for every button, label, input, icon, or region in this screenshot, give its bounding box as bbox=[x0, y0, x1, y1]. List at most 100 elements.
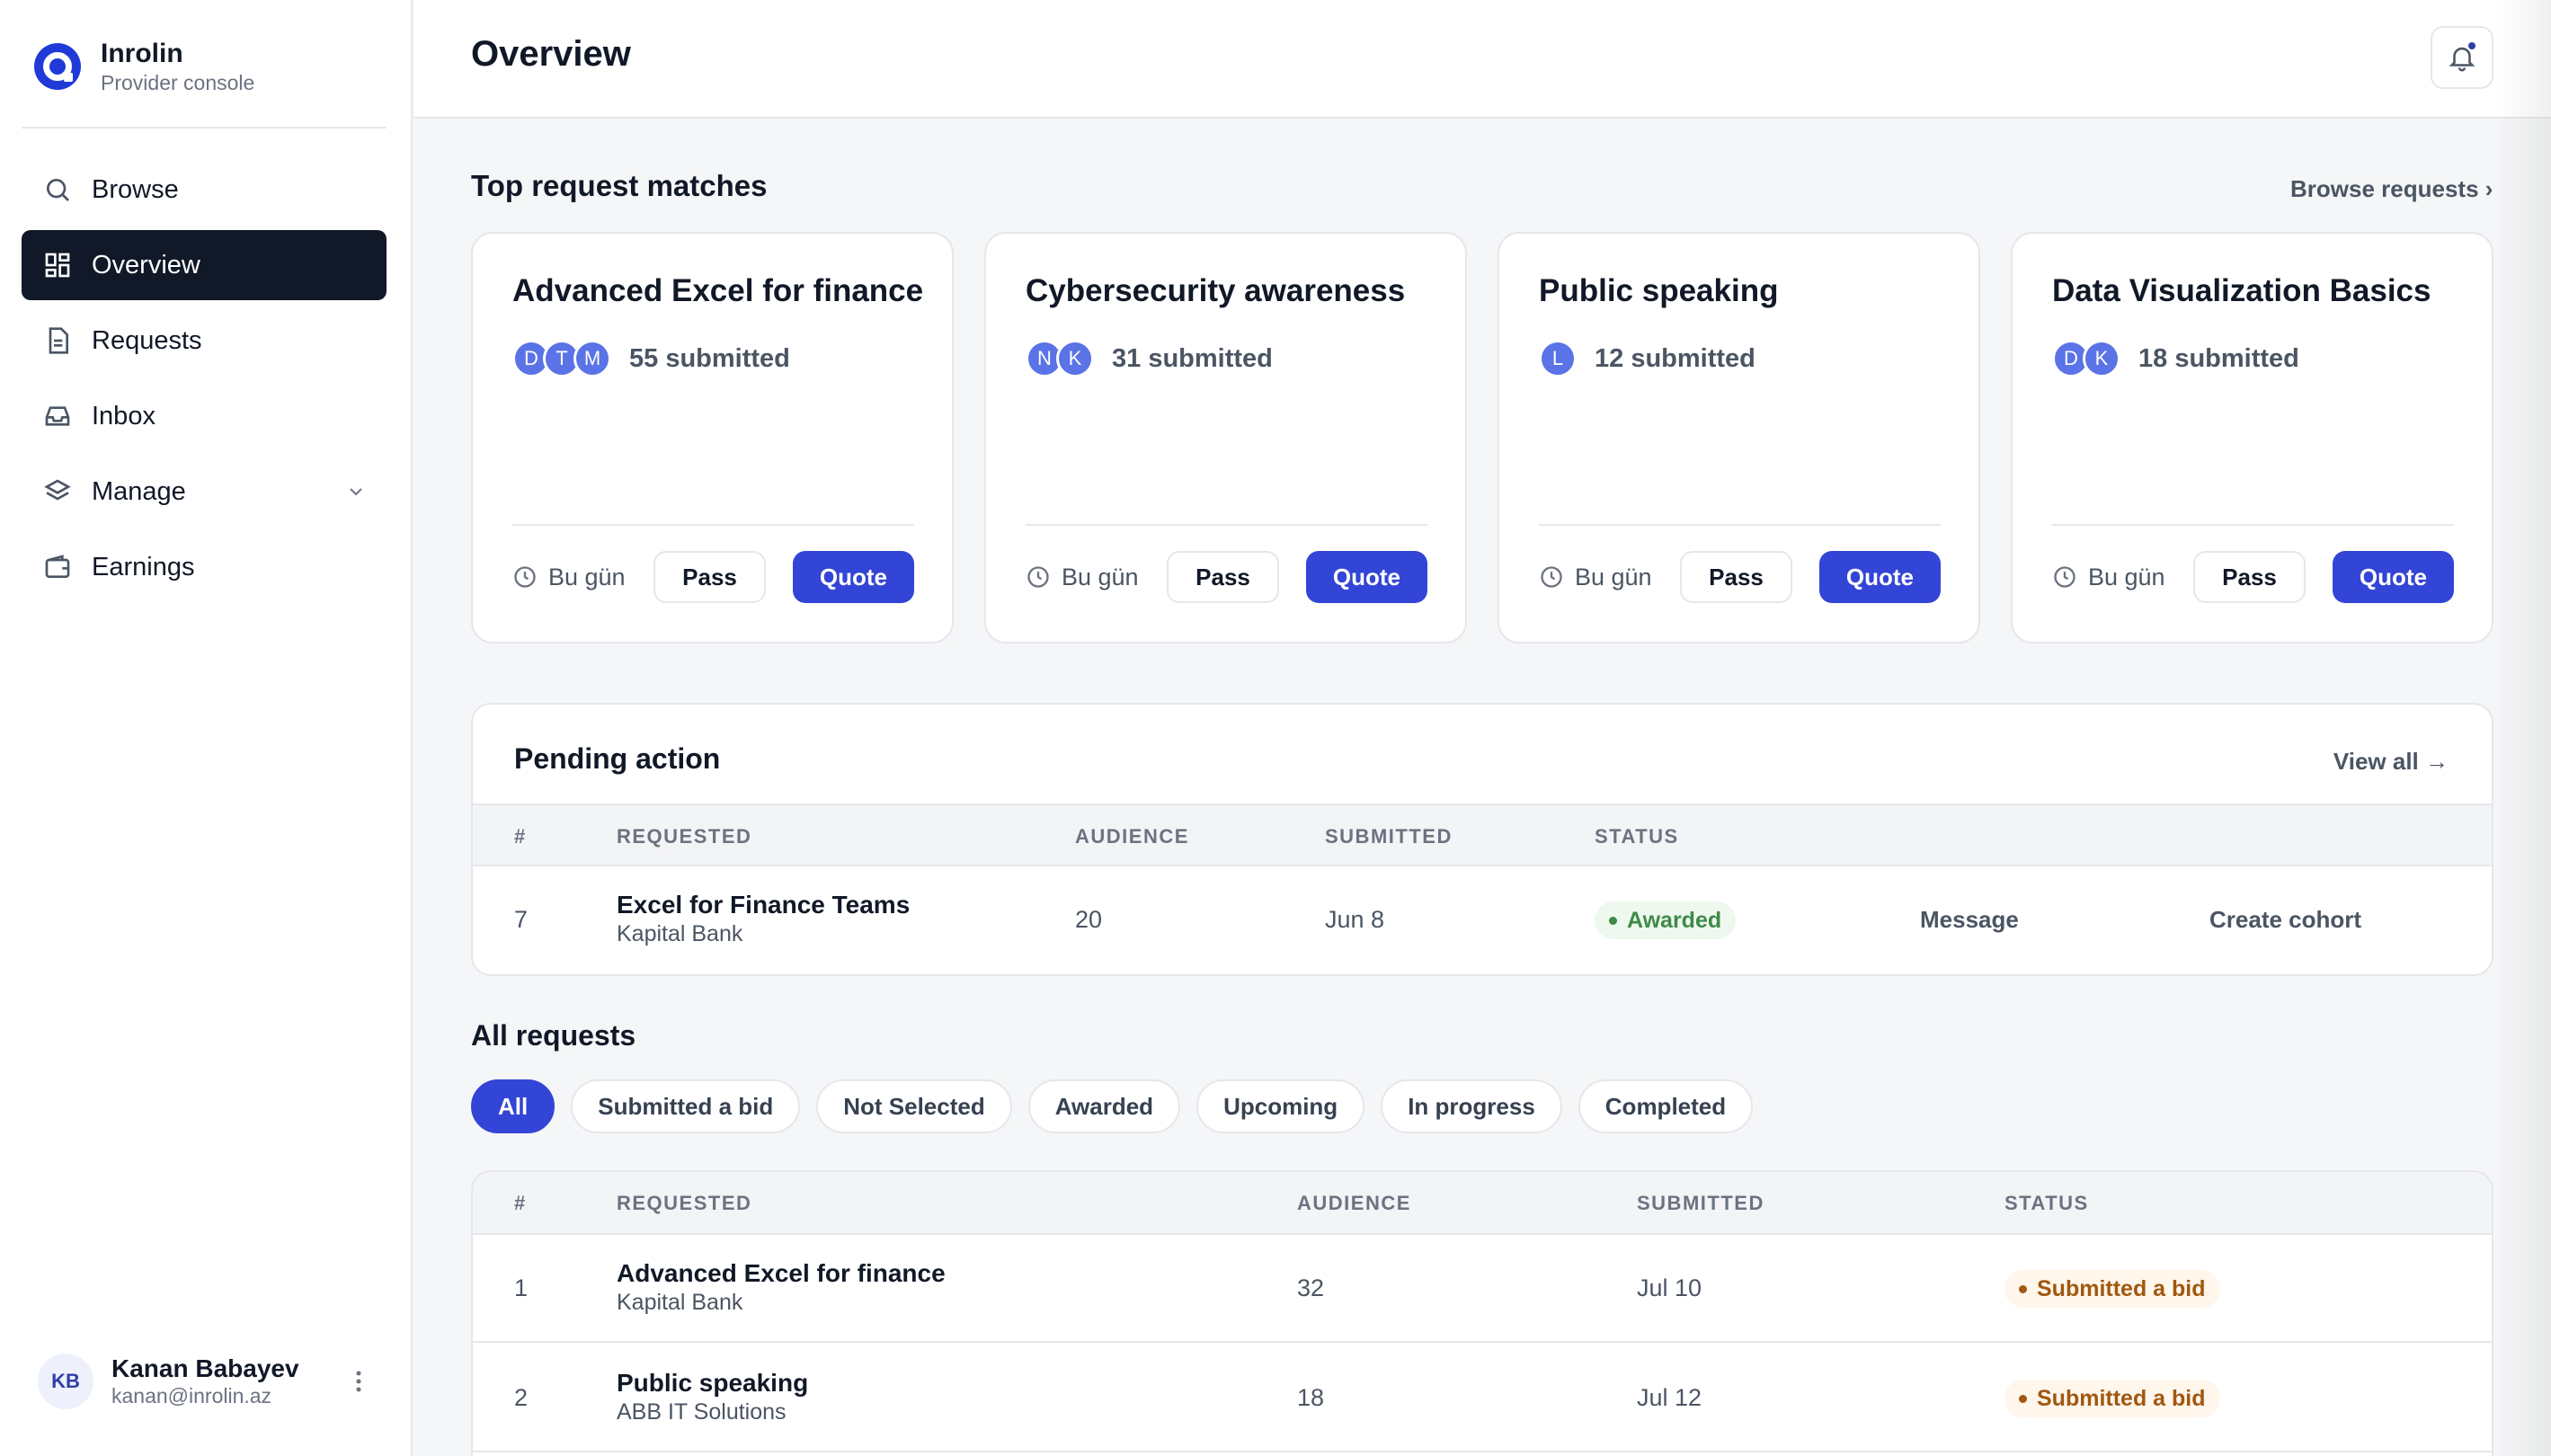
column-header: STATUS bbox=[1595, 825, 1679, 848]
request-card[interactable]: Public speaking L 12 submitted Bu gün Pa… bbox=[1498, 232, 1980, 644]
avatar: L bbox=[1539, 340, 1577, 377]
card-title: Cybersecurity awareness bbox=[1026, 273, 1406, 308]
card-submitters: L 12 submitted bbox=[1539, 340, 1755, 377]
table-row[interactable]: 1 Advanced Excel for finance Kapital Ban… bbox=[473, 1235, 2492, 1343]
user-profile[interactable]: KB Kanan Babayev kanan@inrolin.az bbox=[38, 1354, 372, 1409]
all-requests-title: All requests bbox=[471, 1019, 636, 1052]
all-requests-table: # REQUESTED AUDIENCE SUBMITTED STATUS 1 … bbox=[471, 1170, 2493, 1456]
request-card[interactable]: Advanced Excel for finance D T M 55 subm… bbox=[471, 232, 954, 644]
request-title: Excel for Finance Teams bbox=[617, 891, 911, 919]
quote-button[interactable]: Quote bbox=[2332, 551, 2454, 603]
filter-chip-upcoming[interactable]: Upcoming bbox=[1196, 1079, 1365, 1133]
avatar: K bbox=[1056, 340, 1094, 377]
chevron-down-icon[interactable] bbox=[345, 481, 367, 502]
pass-button[interactable]: Pass bbox=[1167, 551, 1279, 603]
notification-dot bbox=[2468, 42, 2475, 49]
filter-chip-all[interactable]: All bbox=[471, 1079, 556, 1133]
table-header: # REQUESTED AUDIENCE SUBMITTED STATUS bbox=[473, 1172, 2492, 1235]
filter-chip-awarded[interactable]: Awarded bbox=[1027, 1079, 1181, 1133]
sidebar: Inrolin Provider console Browse Overview… bbox=[0, 0, 413, 1456]
request-card[interactable]: Data Visualization Basics D K 18 submitt… bbox=[2011, 232, 2493, 644]
sidebar-item-requests[interactable]: Requests bbox=[22, 306, 387, 376]
more-vertical-icon[interactable] bbox=[345, 1363, 372, 1399]
row-number: 2 bbox=[514, 1384, 529, 1411]
browse-requests-link[interactable]: Browse requests › bbox=[2290, 175, 2493, 203]
card-submitters: D T M 55 submitted bbox=[512, 340, 790, 377]
request-org: Kapital Bank bbox=[617, 1290, 743, 1315]
pass-button[interactable]: Pass bbox=[653, 551, 766, 603]
status-badge: Submitted a bid bbox=[2004, 1270, 2220, 1308]
audience-value: 18 bbox=[1297, 1384, 1325, 1411]
clock-icon bbox=[514, 566, 536, 588]
avatar: KB bbox=[38, 1354, 93, 1409]
sidebar-item-earnings[interactable]: Earnings bbox=[22, 532, 387, 602]
view-all-link[interactable]: View all → bbox=[2333, 748, 2449, 776]
message-button[interactable]: Message bbox=[1920, 906, 2019, 934]
table-row[interactable]: 2 Public speaking ABB IT Solutions 18 Ju… bbox=[473, 1345, 2492, 1452]
request-card[interactable]: Cybersecurity awareness N K 31 submitted… bbox=[984, 232, 1467, 644]
divider bbox=[1539, 524, 1941, 526]
row-number: 1 bbox=[514, 1274, 529, 1301]
dashboard-icon bbox=[45, 253, 70, 278]
top-bar: Overview bbox=[414, 0, 2551, 119]
submitted-count: 12 submitted bbox=[1595, 343, 1755, 373]
notifications-button[interactable] bbox=[2431, 26, 2493, 89]
sidebar-nav: Browse Overview Requests Inbox Manage Ea… bbox=[22, 155, 387, 608]
scroll-shadow bbox=[2497, 0, 2551, 1456]
column-header: AUDIENCE bbox=[1297, 1192, 1411, 1214]
divider bbox=[512, 524, 914, 526]
clock-icon bbox=[1541, 566, 1562, 588]
filter-chip-submitted[interactable]: Submitted a bid bbox=[571, 1079, 801, 1133]
card-title: Public speaking bbox=[1539, 273, 1779, 308]
inbox-icon bbox=[45, 406, 70, 426]
quote-button[interactable]: Quote bbox=[792, 551, 914, 603]
submitted-count: 31 submitted bbox=[1112, 343, 1273, 373]
create-cohort-button[interactable]: Create cohort bbox=[2209, 906, 2361, 934]
card-time: Bu gün bbox=[2052, 564, 2165, 591]
divider bbox=[2052, 524, 2454, 526]
sidebar-item-label: Requests bbox=[92, 325, 202, 355]
main-content: Overview Top request matches Browse requ… bbox=[414, 0, 2551, 1456]
clock-icon bbox=[2054, 566, 2075, 588]
column-header: SUBMITTED bbox=[1637, 1192, 1764, 1214]
pending-action-panel: Pending action View all → # REQUESTED AU… bbox=[471, 703, 2493, 976]
sidebar-item-label: Inbox bbox=[92, 401, 156, 431]
filter-chip-in-progress[interactable]: In progress bbox=[1381, 1079, 1562, 1133]
brand-name: Inrolin bbox=[101, 39, 183, 68]
sidebar-item-inbox[interactable]: Inbox bbox=[22, 381, 387, 451]
audience-value: 20 bbox=[1075, 906, 1103, 933]
audience-value: 32 bbox=[1297, 1274, 1325, 1301]
column-header: REQUESTED bbox=[617, 1192, 752, 1214]
quote-button[interactable]: Quote bbox=[1818, 551, 1941, 603]
sidebar-item-label: Earnings bbox=[92, 552, 195, 582]
sidebar-item-browse[interactable]: Browse bbox=[22, 155, 387, 225]
search-icon bbox=[47, 179, 69, 201]
submitted-count: 18 submitted bbox=[2138, 343, 2299, 373]
request-org: Kapital Bank bbox=[617, 921, 743, 946]
brand[interactable]: Inrolin Provider console bbox=[34, 38, 254, 95]
wallet-icon bbox=[45, 555, 70, 578]
clock-icon bbox=[1027, 566, 1049, 588]
avatar: M bbox=[573, 340, 611, 377]
sidebar-item-manage[interactable]: Manage bbox=[22, 457, 387, 527]
card-time: Bu gün bbox=[1026, 564, 1139, 591]
user-email: kanan@inrolin.az bbox=[111, 1384, 272, 1407]
sidebar-item-overview[interactable]: Overview bbox=[22, 230, 387, 300]
filter-chip-not-selected[interactable]: Not Selected bbox=[816, 1079, 1012, 1133]
avatar: K bbox=[2083, 340, 2120, 377]
table-row[interactable]: 7 Excel for Finance Teams Kapital Bank 2… bbox=[473, 866, 2492, 974]
request-title: Advanced Excel for finance bbox=[617, 1259, 946, 1287]
inrolin-logo-icon bbox=[34, 43, 81, 90]
user-name: Kanan Babayev bbox=[111, 1354, 299, 1382]
status-badge: Submitted a bid bbox=[2004, 1380, 2220, 1417]
quote-button[interactable]: Quote bbox=[1305, 551, 1427, 603]
row-number: 7 bbox=[514, 906, 529, 933]
pass-button[interactable]: Pass bbox=[2193, 551, 2306, 603]
request-title: Public speaking bbox=[617, 1369, 809, 1397]
card-title: Data Visualization Basics bbox=[2052, 273, 2431, 308]
table-header: # REQUESTED AUDIENCE SUBMITTED STATUS bbox=[473, 803, 2492, 866]
pass-button[interactable]: Pass bbox=[1680, 551, 1792, 603]
sidebar-item-label: Overview bbox=[92, 250, 200, 280]
card-time: Bu gün bbox=[1539, 564, 1652, 591]
filter-chip-completed[interactable]: Completed bbox=[1578, 1079, 1754, 1133]
